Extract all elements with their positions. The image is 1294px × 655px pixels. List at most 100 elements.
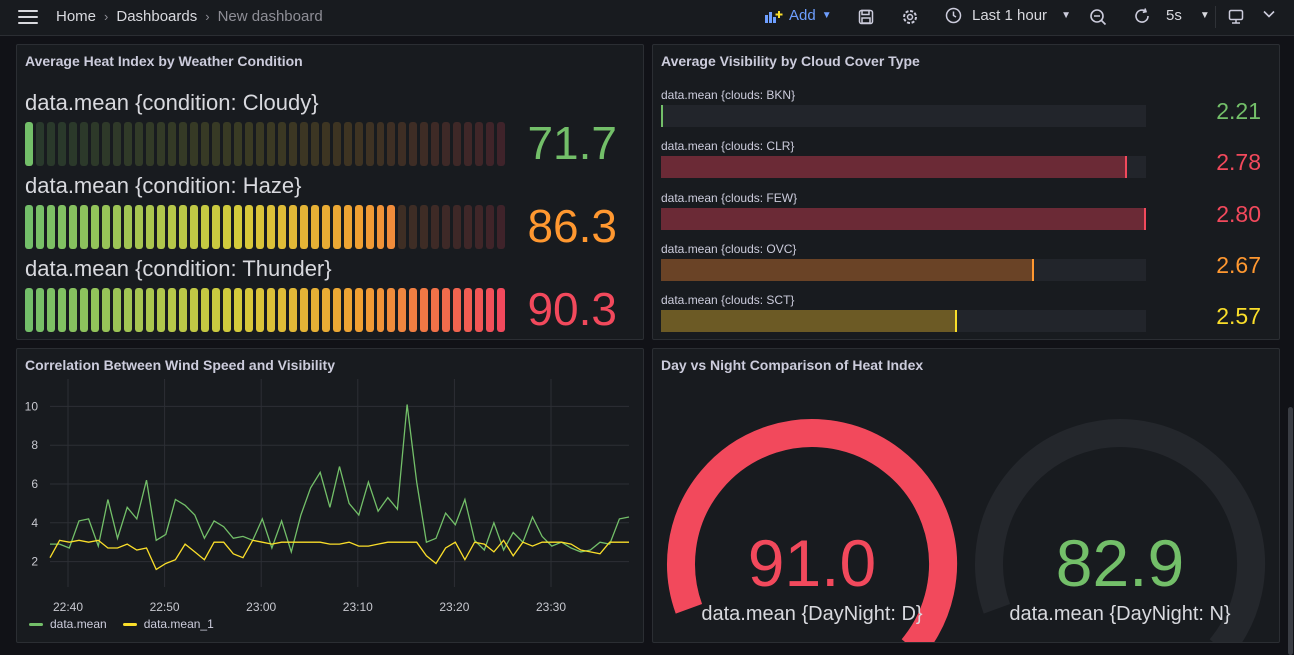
add-button[interactable]: Add ▼ — [765, 7, 832, 24]
bar-gauge-value: 2.21 — [1216, 98, 1261, 124]
bar-gauge-segment — [310, 205, 319, 249]
bar-gauge-segment — [431, 205, 440, 249]
bar-gauge-segment — [101, 288, 110, 332]
bar-gauge-segment — [266, 288, 275, 332]
y-tick-label: 2 — [31, 555, 38, 569]
bar-gauge-segment — [420, 205, 429, 249]
top-navbar: Home › Dashboards › New dashboard Add ▼ — [0, 0, 1294, 36]
bar-gauge-segment — [101, 205, 110, 249]
chevron-down-icon — [1263, 10, 1275, 18]
bar-gauge-segment — [376, 288, 385, 332]
bar-gauge-segment — [475, 205, 484, 249]
bar-gauge-segment — [134, 288, 143, 332]
panel-title[interactable]: Average Heat Index by Weather Condition — [25, 53, 303, 69]
bar-gauge-segment — [398, 205, 407, 249]
bar-gauge-segment — [332, 288, 341, 332]
bar-gauge-value: 71.7 — [527, 117, 617, 169]
bar-gauge-segment — [277, 205, 286, 249]
bar-gauge-segment — [343, 205, 352, 249]
bar-gauge-segment — [145, 205, 154, 249]
x-tick-label: 22:50 — [150, 600, 180, 614]
bar-gauge-segment — [354, 288, 363, 332]
bar-gauge-segment — [376, 122, 385, 166]
bar-gauge-value: 2.57 — [1216, 303, 1261, 330]
bar-gauge-segment — [409, 288, 418, 332]
bar-gauge-segment — [145, 288, 154, 332]
breadcrumb-dashboards[interactable]: Dashboards — [116, 8, 197, 25]
bar-gauge-segment — [134, 205, 143, 249]
bar-gauge-segment — [90, 122, 99, 166]
bar-gauge-label: data.mean {clouds: FEW} — [661, 190, 798, 205]
panel-title[interactable]: Correlation Between Wind Speed and Visib… — [25, 357, 335, 373]
bar-gauge-segment — [387, 288, 396, 332]
gauge-value: 91.0 — [747, 526, 877, 600]
chart-legend: data.mean data.mean_1 — [29, 617, 214, 631]
legend-item-data-mean-1[interactable]: data.mean_1 — [122, 617, 214, 631]
legend-item-data-mean[interactable]: data.mean — [29, 617, 107, 631]
bar-gauge-label: data.mean {clouds: CLR} — [661, 139, 795, 154]
bar-gauge-segment — [255, 288, 264, 332]
bar-gauge-fill — [661, 258, 1034, 281]
series-line-data-mean-1[interactable] — [49, 539, 629, 571]
view-mode-button[interactable] — [1228, 9, 1244, 25]
save-icon — [858, 9, 874, 25]
bar-gauge-segment — [222, 288, 231, 332]
bar-gauge-track — [25, 122, 506, 166]
time-range-picker[interactable]: Last 1 hour ▼ — [945, 7, 1071, 24]
menu-icon[interactable] — [18, 10, 38, 24]
heat-index-panel[interactable]: Average Heat Index by Weather Condition … — [16, 44, 644, 340]
bar-gauge-segment — [277, 122, 286, 166]
bar-gauge-segment — [35, 288, 44, 332]
refresh-interval-label: 5s — [1166, 7, 1182, 24]
collapse-toolbar-button[interactable] — [1262, 7, 1276, 21]
breadcrumb-home[interactable]: Home — [56, 8, 96, 25]
toolbar-divider — [1215, 6, 1216, 28]
bar-gauge-value: 90.3 — [527, 283, 617, 335]
series-line-data-mean[interactable] — [50, 404, 630, 555]
y-tick-label: 10 — [25, 399, 39, 413]
x-tick-label: 23:10 — [343, 600, 373, 614]
bar-gauge-cap — [1032, 258, 1034, 281]
visibility-panel[interactable]: Average Visibility by Cloud Cover Type d… — [652, 44, 1280, 340]
bar-gauge-segment — [233, 288, 242, 332]
save-dashboard-button[interactable] — [858, 9, 874, 25]
zoom-out-icon — [1090, 9, 1107, 26]
page-scrollbar[interactable] — [1288, 407, 1293, 655]
y-tick-label: 8 — [31, 438, 38, 452]
bar-gauge-segment — [167, 122, 176, 166]
day-night-panel[interactable]: Day vs Night Comparison of Heat Index 91… — [652, 348, 1280, 643]
bar-gauge-segment — [79, 205, 88, 249]
bar-gauge-segment — [332, 205, 341, 249]
bar-gauge-segment — [46, 288, 55, 332]
bar-gauge-track — [25, 205, 506, 249]
panel-title[interactable]: Average Visibility by Cloud Cover Type — [661, 53, 920, 69]
bar-gauge-segment — [398, 288, 407, 332]
chevron-right-icon: › — [104, 9, 109, 24]
bar-gauge-segment — [189, 205, 198, 249]
bar-gauge-label: data.mean {clouds: SCT} — [661, 293, 795, 308]
clock-icon — [945, 7, 962, 24]
bar-gauge-segment — [46, 205, 55, 249]
wind-visibility-panel[interactable]: Correlation Between Wind Speed and Visib… — [16, 348, 644, 643]
bar-gauge-segment — [68, 288, 77, 332]
bar-gauge-segment — [453, 288, 462, 332]
zoom-out-button[interactable] — [1089, 8, 1107, 26]
bar-gauge-segment — [365, 122, 374, 166]
bar-gauge-segment — [222, 205, 231, 249]
bar-gauge-segment — [255, 205, 264, 249]
bar-gauge-fill — [661, 156, 1127, 179]
time-series-chart[interactable]: 2 4 6 8 10 22:40 22:50 23:00 23:10 23:20 23:30 — [17, 379, 643, 639]
bar-gauge-segment — [25, 288, 33, 332]
bar-gauge-segment — [453, 122, 462, 166]
bar-gauge-segment — [112, 288, 121, 332]
refresh-interval-picker[interactable]: 5s ▼ — [1166, 7, 1210, 24]
bar-gauge-segment — [299, 122, 308, 166]
bar-gauge-segment — [112, 122, 121, 166]
bar-gauge-segment — [464, 122, 473, 166]
dashboard-settings-button[interactable] — [901, 8, 919, 26]
bar-gauge-segment — [321, 205, 330, 249]
bar-gauge-segment — [222, 122, 231, 166]
bar-gauge-segment — [57, 288, 66, 332]
refresh-button[interactable] — [1133, 7, 1151, 25]
bar-gauge-segment — [35, 122, 44, 166]
